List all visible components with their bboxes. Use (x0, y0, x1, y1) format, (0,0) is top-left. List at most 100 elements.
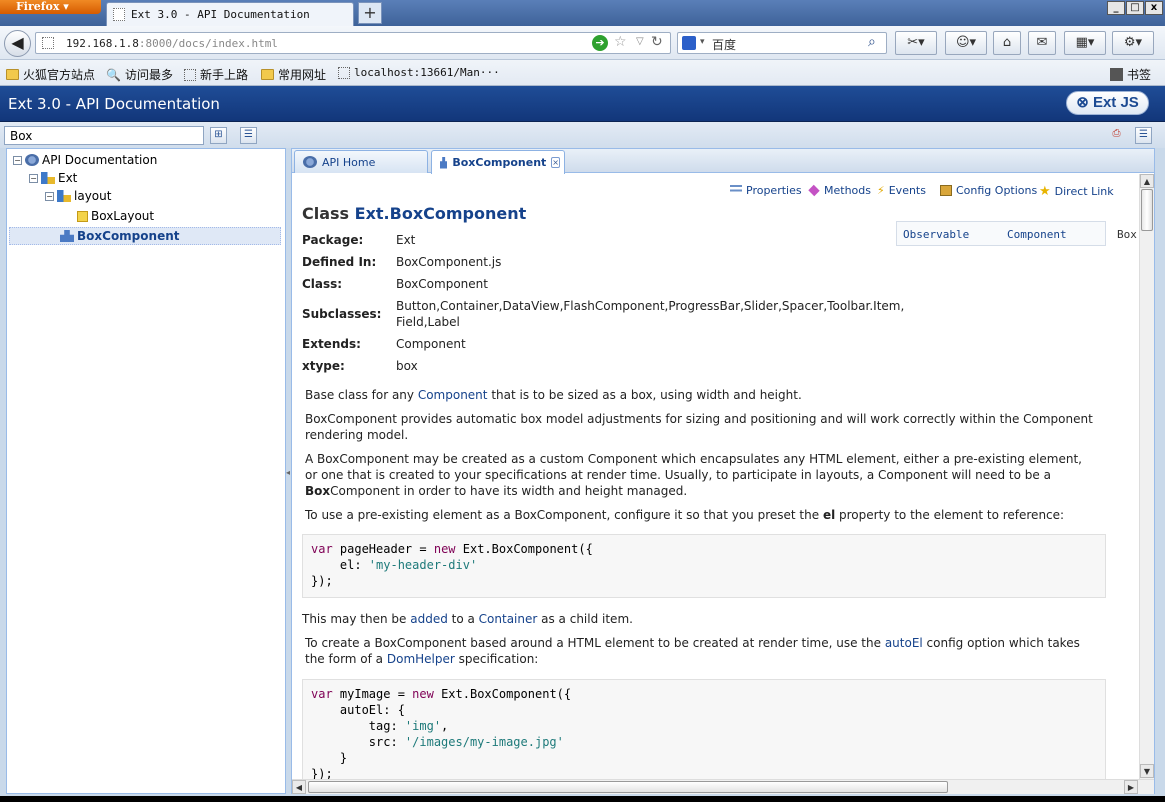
bookmark-item[interactable]: localhost:13661/Man··· (338, 66, 500, 79)
tab-api-home[interactable]: API Home (294, 150, 428, 173)
search-icon: 🔍 (106, 67, 121, 82)
description-paragraph: Base class for any Component that is to … (305, 388, 802, 402)
window-controls: _ □ x (1107, 1, 1163, 15)
list-view-icon[interactable]: ☰ (1135, 127, 1152, 144)
component-icon (60, 230, 74, 242)
site-identity-icon[interactable] (42, 37, 54, 49)
scrollbar-thumb[interactable] (308, 781, 948, 793)
tree-node-boxcomponent[interactable]: BoxComponent (9, 227, 281, 245)
maximize-button[interactable]: □ (1126, 1, 1144, 15)
subclasses-links[interactable]: Field,Label (396, 315, 460, 329)
page-icon (113, 8, 125, 21)
tree-node-layout[interactable]: − layout (45, 187, 111, 205)
url-text: 192.168.1.8:8000/docs/index.html (66, 37, 278, 50)
filter-toolbar: ⊞ ☰ ⎙ ☰ (0, 122, 1165, 148)
description-paragraph: To create a BoxComponent based around a … (305, 636, 1080, 666)
minimize-button[interactable]: _ (1107, 1, 1125, 15)
autoel-link[interactable]: autoEl (885, 636, 923, 650)
bookmark-item[interactable]: 新手上路 (184, 66, 248, 83)
collapse-toggle-icon[interactable]: − (45, 191, 54, 201)
reload-icon[interactable]: ↻ (651, 34, 663, 50)
browser-tab-title: Ext 3.0 - API Documentation (131, 8, 310, 21)
bookmark-item[interactable]: 🔍 访问最多 (106, 66, 173, 83)
collapse-toggle-icon[interactable]: − (29, 173, 38, 183)
addon-smiley-icon[interactable]: ☺▾ (945, 31, 987, 55)
tab-boxcomponent[interactable]: BoxComponent × (431, 150, 565, 174)
component-icon (440, 156, 448, 169)
bookmarks-menu[interactable]: 书签 (1110, 66, 1151, 83)
star-icon[interactable]: ☆ (614, 34, 627, 50)
firefox-menu-button[interactable]: Firefox ▾ (0, 0, 101, 14)
description-paragraph: This may then be added to a Container as… (302, 612, 633, 626)
scroll-up-icon[interactable]: ▲ (1140, 174, 1154, 188)
tree-node-api-documentation[interactable]: − API Documentation (13, 151, 157, 169)
home-icon[interactable]: ⌂ (993, 31, 1021, 55)
scroll-right-icon[interactable]: ▶ (1124, 780, 1138, 794)
package-icon (57, 190, 71, 202)
magnifier-icon[interactable]: ⌕ (868, 34, 876, 50)
url-dropdown-icon[interactable]: ▽ (636, 36, 644, 47)
link-properties[interactable]: Properties (730, 184, 802, 197)
link-direct-link[interactable]: ★ Direct Link (1039, 184, 1114, 199)
bookmark-item[interactable]: 火狐官方站点 (6, 66, 95, 83)
package-icon (41, 172, 55, 184)
class-hierarchy: Observable Component Box (896, 221, 1137, 246)
horizontal-scrollbar[interactable]: ◀ ▶ (292, 779, 1154, 794)
hierarchy-component[interactable]: Component (1007, 228, 1067, 241)
container-link[interactable]: Container (479, 612, 538, 626)
added-link[interactable]: added (410, 612, 448, 626)
class-link[interactable]: BoxComponent (396, 277, 488, 291)
hierarchy-current: Box (1117, 228, 1137, 241)
back-arrow-icon[interactable]: ◀ (4, 30, 31, 57)
class-title: Class Ext.BoxComponent (302, 204, 527, 223)
hierarchy-observable[interactable]: Observable (903, 228, 969, 241)
bookmarks-toolbar: 火狐官方站点 🔍 访问最多 新手上路 常用网址 localhost:13661/M… (0, 60, 1165, 86)
events-icon: ⚡ (877, 184, 885, 197)
address-bar[interactable]: 192.168.1.8:8000/docs/index.html ➔ ☆ ▽ ↻ (35, 32, 671, 54)
doc-tab-strip: API Home BoxComponent × (292, 149, 1154, 174)
methods-icon (808, 184, 820, 197)
extends-link[interactable]: Component (396, 337, 466, 351)
config-icon (940, 185, 952, 196)
screenshot-tool-icon[interactable]: ✂▾ (895, 31, 937, 55)
scrollbar-thumb[interactable] (1141, 189, 1153, 231)
engine-dropdown-icon[interactable]: ▾ (700, 37, 705, 47)
print-icon[interactable]: ⎙ (1108, 127, 1125, 144)
description-paragraph: BoxComponent provides automatic box mode… (305, 412, 1093, 442)
navigation-toolbar: ◀ 192.168.1.8:8000/docs/index.html ➔ ☆ ▽… (0, 26, 1165, 60)
collapse-all-icon[interactable]: ☰ (240, 127, 257, 144)
page-icon (184, 68, 196, 81)
tree-node-ext[interactable]: − Ext (29, 169, 77, 187)
docs-icon (25, 154, 39, 166)
mail-icon[interactable]: ✉ (1028, 31, 1056, 55)
close-button[interactable]: x (1145, 1, 1163, 15)
close-tab-icon[interactable]: × (551, 157, 560, 168)
collapse-toggle-icon[interactable]: − (13, 155, 22, 165)
search-engine-name: 百度 (712, 38, 737, 52)
apps-grid-icon[interactable]: ▦▾ (1064, 31, 1106, 55)
code-example: var myImage = new Ext.BoxComponent({ aut… (302, 679, 1106, 779)
tools-icon[interactable]: ⚙▾ (1112, 31, 1154, 55)
subclasses-links[interactable]: Button,Container,DataView,FlashComponent… (396, 299, 904, 313)
api-filter-input[interactable] (4, 126, 204, 145)
search-engine-icon[interactable] (682, 36, 696, 50)
app-header: Ext 3.0 - API Documentation ⊗ Ext JS (0, 86, 1165, 122)
new-tab-button[interactable]: + (358, 2, 382, 24)
scroll-left-icon[interactable]: ◀ (292, 780, 306, 794)
page-icon (338, 66, 350, 79)
link-config-options[interactable]: Config Options (940, 184, 1037, 197)
go-arrow-icon[interactable]: ➔ (592, 35, 608, 51)
bookmarks-icon (1110, 68, 1123, 81)
expand-all-icon[interactable]: ⊞ (210, 127, 227, 144)
domhelper-link[interactable]: DomHelper (387, 652, 455, 666)
properties-icon (730, 185, 742, 196)
link-events[interactable]: ⚡ Events (877, 184, 926, 197)
browser-tab[interactable]: Ext 3.0 - API Documentation (106, 2, 354, 26)
scroll-down-icon[interactable]: ▼ (1140, 764, 1154, 778)
link-methods[interactable]: Methods (808, 184, 871, 197)
component-link[interactable]: Component (418, 388, 488, 402)
vertical-scrollbar[interactable]: ▲ ▼ (1139, 174, 1154, 779)
tree-node-boxlayout[interactable]: BoxLayout (77, 207, 154, 225)
bookmark-item[interactable]: 常用网址 (261, 66, 326, 83)
search-box[interactable]: ▾ 百度 ⌕ (677, 32, 887, 54)
